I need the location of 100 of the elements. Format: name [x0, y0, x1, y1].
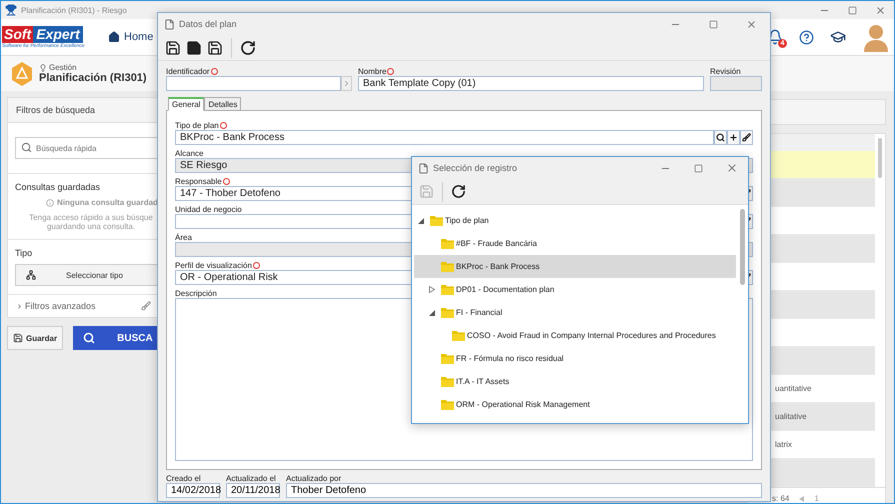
- required-icon: [210, 68, 218, 75]
- field-label: Nombre: [358, 67, 394, 76]
- empty-message: Ninguna consulta guardad: [15, 198, 160, 207]
- save-close-icon[interactable]: [207, 40, 223, 56]
- dialog-title: Selección de registro: [433, 163, 518, 173]
- section-title: Tipo: [15, 248, 34, 258]
- field-label: Identificador: [166, 67, 218, 76]
- save-new-icon[interactable]: [165, 40, 181, 56]
- tab[interactable]: General: [168, 97, 204, 111]
- tree-item[interactable]: IT.A - IT Assets: [414, 370, 736, 393]
- tree-item-label: BKProc - Bank Process: [456, 262, 540, 271]
- tree-item-label: COSO - Avoid Fraud in Company Internal Procedures and Procedures: [467, 331, 716, 340]
- field-label: Creado el: [166, 474, 201, 483]
- breadcrumb[interactable]: Gestión: [39, 63, 147, 72]
- search-icon[interactable]: [83, 332, 96, 344]
- hint-text: Tenga acceso rápido a sus búsque guardando una consulta.: [28, 213, 154, 231]
- folder-icon: [441, 399, 454, 410]
- panel-title: Filtros de búsqueda: [8, 98, 160, 123]
- info-icon: [46, 198, 54, 206]
- window-title: Planificación (RI301) - Riesgo: [21, 6, 127, 14]
- select-type-button[interactable]: Seleccionar tipo: [15, 264, 160, 286]
- tree-item-label: FR - Fórmula no risco residual: [456, 354, 564, 363]
- field-label: Descripción: [175, 289, 217, 298]
- tree-item[interactable]: #BF - Fraude Bancária: [414, 232, 736, 255]
- field-label: Responsable: [175, 177, 230, 186]
- tree-item[interactable]: ORM - Operational Risk Management: [414, 393, 736, 416]
- help-icon[interactable]: [799, 30, 814, 44]
- tree-item[interactable]: DP01 - Documentation plan: [414, 278, 736, 301]
- search-field[interactable]: Búsqueda rápida: [15, 137, 160, 159]
- expanded-arrow-icon[interactable]: [429, 310, 435, 316]
- row-text: ualitative: [775, 412, 807, 421]
- plus-icon[interactable]: [729, 133, 738, 142]
- home-icon[interactable]: [108, 31, 120, 43]
- required-icon: [222, 178, 230, 185]
- folder-icon: [441, 261, 454, 272]
- tree-item[interactable]: BKProc - Bank Process: [414, 255, 736, 278]
- field-label: Área: [175, 233, 192, 242]
- field-label: Revisión: [710, 67, 741, 76]
- refresh-icon[interactable]: [240, 40, 256, 56]
- maximize-icon[interactable]: [708, 20, 718, 28]
- input-field[interactable]: Bank Template Copy (01): [358, 76, 704, 91]
- collapsed-arrow-icon[interactable]: [429, 286, 435, 293]
- tree-item[interactable]: Tipo de plan: [414, 209, 736, 232]
- field-label: Actualizado el: [226, 474, 276, 483]
- document-icon: [164, 18, 175, 30]
- close-icon[interactable]: [746, 18, 756, 30]
- maximize-icon[interactable]: [694, 164, 703, 172]
- field-label: Actualizado por: [286, 474, 342, 483]
- trophy-icon: [5, 4, 17, 16]
- tab[interactable]: Detalles: [204, 97, 242, 111]
- required-icon: [220, 122, 227, 129]
- input-field[interactable]: BKProc - Bank Process: [175, 130, 714, 145]
- graduation-cap-icon[interactable]: [830, 29, 846, 45]
- tree-item-label: FI - Financial: [456, 308, 502, 317]
- refresh-icon[interactable]: [451, 184, 466, 199]
- readonly-field: 14/02/2018: [166, 483, 220, 498]
- tree-item-label: IT.A - IT Assets: [456, 377, 510, 386]
- folder-icon: [441, 284, 454, 295]
- folder-icon: [430, 215, 443, 226]
- row-text: latrix: [775, 440, 792, 449]
- tree-item-label: ORM - Operational Risk Management: [456, 400, 590, 409]
- scrollbar[interactable]: [740, 209, 745, 285]
- expanded-arrow-icon[interactable]: [418, 218, 424, 224]
- maximize-icon[interactable]: [848, 6, 856, 14]
- close-icon[interactable]: [874, 4, 886, 16]
- field-label: Tipo de plan: [175, 121, 227, 130]
- chevron-right-icon[interactable]: [342, 79, 351, 88]
- input-field[interactable]: [710, 76, 762, 91]
- add-button[interactable]: [727, 130, 740, 145]
- avatar[interactable]: [862, 22, 890, 52]
- input-field[interactable]: [166, 76, 341, 91]
- scrollbar[interactable]: [878, 138, 882, 178]
- close-icon[interactable]: [726, 162, 738, 174]
- page-title: Planificación (RI301): [39, 72, 147, 84]
- advanced-filters-toggle[interactable]: Filtros avanzados: [16, 301, 96, 311]
- search-button[interactable]: [714, 130, 727, 145]
- readonly-field: 20/11/2018: [226, 483, 280, 498]
- record-count: s: 64: [772, 494, 790, 503]
- tree-item-label: Tipo de plan: [445, 216, 489, 225]
- section-title: Consultas guardadas: [15, 182, 102, 192]
- search-button[interactable]: BUSCA: [73, 326, 160, 350]
- tree-item-label: DP01 - Documentation plan: [456, 285, 554, 294]
- save-button[interactable]: Guardar: [7, 326, 64, 350]
- brush-icon[interactable]: [742, 133, 751, 142]
- home-link[interactable]: Home: [108, 31, 154, 43]
- clear-button[interactable]: [740, 130, 753, 145]
- tree-item[interactable]: FR - Fórmula no risco residual: [414, 347, 736, 370]
- folder-icon: [441, 376, 454, 387]
- document-icon: [418, 162, 429, 174]
- tree-item-label: #BF - Fraude Bancária: [456, 239, 537, 248]
- search-icon[interactable]: [716, 133, 725, 142]
- save-icon[interactable]: [13, 333, 23, 343]
- chevron-right-icon[interactable]: [16, 302, 23, 310]
- folder-icon: [441, 238, 454, 249]
- tree-item[interactable]: COSO - Avoid Fraud in Company Internal Procedures and Procedures: [414, 324, 736, 347]
- readonly-field: Thober Detofeno: [286, 483, 762, 498]
- hierarchy-icon[interactable]: [26, 270, 36, 280]
- save-icon[interactable]: [186, 40, 202, 56]
- tree-item[interactable]: FI - Financial: [414, 301, 736, 324]
- required-icon: [252, 262, 260, 269]
